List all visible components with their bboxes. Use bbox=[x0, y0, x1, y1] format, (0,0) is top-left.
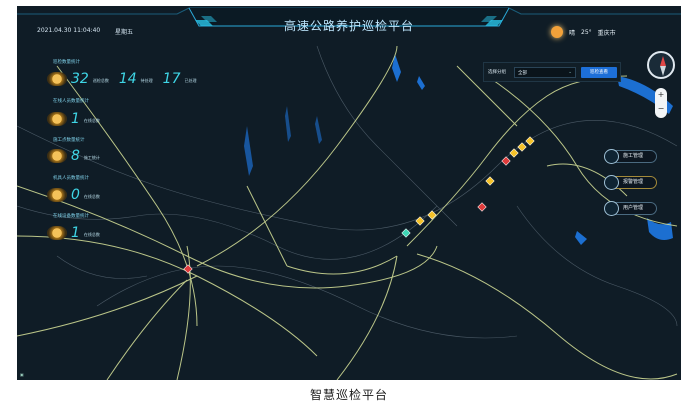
weather-temperature: 25° bbox=[581, 28, 592, 36]
patrol-done-label: 已处理 bbox=[184, 78, 197, 83]
vehicle-group-label: 机具人员数量统计 bbox=[53, 176, 89, 181]
vehicle-label: 在线总数 bbox=[83, 194, 100, 199]
device-group-label: 在线设备数量统计 bbox=[53, 214, 89, 219]
user-manage-button[interactable]: 用户管理 bbox=[604, 201, 657, 216]
chevron-down-icon: ⌄ bbox=[568, 70, 572, 75]
alarm-icon bbox=[604, 175, 619, 190]
zoom-control: + − bbox=[655, 88, 667, 118]
compass-north-needle bbox=[660, 56, 666, 66]
sun-icon bbox=[551, 26, 563, 38]
weather-widget: 晴 25° 重庆市 bbox=[551, 26, 616, 38]
construction-stats: 8 施工统计 bbox=[47, 149, 106, 163]
construction-icon bbox=[47, 149, 67, 163]
vehicle-icon bbox=[47, 188, 67, 202]
online-icon bbox=[47, 112, 67, 126]
online-stats: 1 在线总数 bbox=[47, 112, 106, 126]
construction-icon bbox=[604, 149, 619, 164]
device-stats: 1 在线总数 bbox=[47, 226, 106, 240]
patrol-done: 17 bbox=[162, 71, 181, 87]
zoom-in-button[interactable]: + bbox=[655, 88, 667, 102]
patrol-icon bbox=[47, 72, 67, 86]
group-filter-panel: 选择分组 全部 ⌄ 巡检查看 bbox=[483, 62, 621, 82]
patrol-stats: 32 巡检总数 14 待处理 17 已处理 bbox=[47, 72, 202, 86]
construction-label: 施工统计 bbox=[83, 155, 100, 160]
zoom-out-button[interactable]: − bbox=[655, 102, 667, 116]
weather-condition: 晴 bbox=[569, 29, 576, 37]
compass-icon[interactable] bbox=[647, 51, 675, 79]
construction-count: 8 bbox=[71, 148, 80, 164]
patrol-view-button[interactable]: 巡检查看 bbox=[581, 67, 617, 78]
device-count: 1 bbox=[71, 225, 80, 241]
patrol-pending: 14 bbox=[118, 71, 137, 87]
construction-manage-button[interactable]: 施工管理 bbox=[604, 149, 657, 164]
patrol-group-label: 巡检数量统计 bbox=[53, 60, 80, 65]
patrol-total: 32 bbox=[71, 71, 89, 87]
patrol-pending-label: 待处理 bbox=[140, 78, 153, 83]
alarm-manage-label: 报警管理 bbox=[623, 179, 644, 185]
alarm-manage-button[interactable]: 报警管理 bbox=[604, 175, 657, 190]
vehicle-stats: 0 在线总数 bbox=[47, 188, 106, 202]
device-icon bbox=[47, 226, 67, 240]
construction-group-label: 施工点数量统计 bbox=[53, 138, 85, 143]
online-label: 在线总数 bbox=[83, 118, 100, 123]
construction-manage-label: 施工管理 bbox=[623, 153, 644, 159]
group-filter-label: 选择分组 bbox=[488, 70, 506, 75]
platform-screen: 2021.04.30 11:04:40 星期五 高速公路养护巡检平台 晴 25°… bbox=[17, 6, 681, 380]
device-label: 在线总数 bbox=[83, 232, 100, 237]
vehicle-count: 0 bbox=[71, 187, 80, 203]
compass-south-needle bbox=[660, 66, 666, 76]
online-group-label: 在线人员数量统计 bbox=[53, 99, 89, 104]
figure-caption: 智慧巡检平台 bbox=[309, 388, 388, 402]
patrol-total-label: 巡检总数 bbox=[92, 78, 109, 83]
user-manage-label: 用户管理 bbox=[623, 205, 644, 211]
weather-city: 重庆市 bbox=[597, 29, 616, 37]
online-count: 1 bbox=[71, 111, 80, 127]
user-icon bbox=[604, 201, 619, 216]
map-logo: ▣ bbox=[20, 372, 24, 377]
group-select-value: 全部 bbox=[518, 71, 527, 76]
group-select[interactable]: 全部 ⌄ bbox=[514, 67, 576, 78]
header-bar: 2021.04.30 11:04:40 星期五 高速公路养护巡检平台 晴 25°… bbox=[17, 6, 681, 48]
